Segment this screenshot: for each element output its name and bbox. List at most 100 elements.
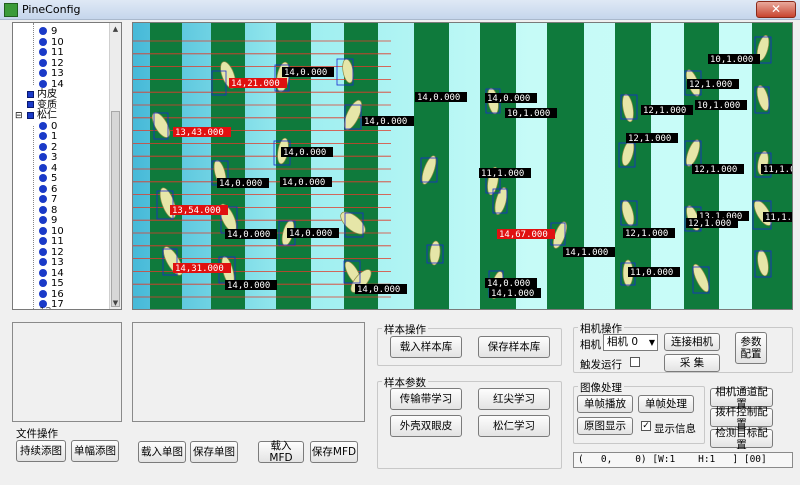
- tree-item-label: 15: [51, 278, 64, 289]
- item-dot-icon: [39, 205, 47, 214]
- item-dot-icon: [39, 247, 47, 256]
- shell-learn-button[interactable]: 外壳双眼皮: [390, 415, 462, 437]
- load-sample-lib-button[interactable]: 载入样本库: [390, 336, 462, 358]
- sample-ops-title: 样本操作: [382, 322, 428, 337]
- tree-item-label: 9: [51, 26, 58, 37]
- connect-camera-button[interactable]: 连接相机: [664, 333, 720, 351]
- category-square-icon: [27, 101, 34, 108]
- tip-learn-button[interactable]: 红尖学习: [478, 388, 550, 410]
- load-mfd-button[interactable]: 载入MFD: [258, 440, 304, 464]
- camera-channel-config-button[interactable]: 相机通道配置: [710, 386, 773, 410]
- preview-panel-center: [132, 322, 365, 422]
- detection-label: 10,1.000: [697, 101, 740, 111]
- item-dot-icon: [39, 258, 47, 266]
- single-play-button[interactable]: 单帧播放: [577, 395, 633, 413]
- detection-label: 10,1.000: [710, 55, 753, 65]
- detection-label: 12,1.000: [694, 165, 737, 175]
- kernel-learn-button[interactable]: 松仁学习: [478, 415, 550, 437]
- item-dot-icon: [39, 37, 47, 46]
- detection-label: 12,1.000: [643, 106, 686, 116]
- scroll-down-icon[interactable]: ▼: [110, 298, 121, 308]
- belt-stripe: [480, 23, 516, 309]
- detection-label: 14,0.000: [282, 178, 325, 188]
- item-dot-icon: [39, 69, 47, 77]
- detection-label: 14,0.000: [417, 93, 460, 103]
- item-dot-icon: [39, 121, 47, 130]
- red-detection-label: 14,21.000: [231, 79, 280, 89]
- trigger-run-checkbox[interactable]: [630, 357, 640, 367]
- trigger-run-label: 触发运行: [580, 359, 622, 371]
- tree-item-label: 变质: [37, 99, 57, 111]
- detection-label: 12,1.000: [688, 219, 731, 229]
- detection-label: 14,0.000: [289, 229, 332, 239]
- single-add-button[interactable]: 单幅添图: [71, 440, 119, 462]
- detection-label: 10,1.000: [507, 109, 550, 119]
- tree-scrollbar[interactable]: ▲ ▼: [109, 23, 121, 309]
- capture-button[interactable]: 采 集: [664, 354, 720, 372]
- detection-label: 14,0.000: [283, 148, 326, 158]
- belt-learn-button[interactable]: 传输带学习: [390, 388, 462, 410]
- item-dot-icon: [39, 237, 47, 245]
- item-dot-icon: [39, 268, 47, 277]
- item-dot-icon: [39, 195, 47, 203]
- scrollbar-thumb[interactable]: [111, 111, 120, 307]
- single-process-button[interactable]: 单帧处理: [638, 395, 694, 413]
- original-show-button[interactable]: 原图显示: [577, 417, 633, 435]
- tree-item-label: 8: [51, 204, 58, 216]
- item-dot-icon: [39, 174, 47, 182]
- save-mfd-button[interactable]: 保存MFD: [310, 441, 358, 463]
- item-dot-icon: [39, 163, 47, 172]
- save-sample-lib-button[interactable]: 保存样本库: [478, 336, 550, 358]
- camera-select[interactable]: 相机 0 ▼: [603, 334, 658, 351]
- tree-item-label: 14: [51, 267, 64, 279]
- item-dot-icon: [39, 279, 47, 287]
- tree-list-item[interactable]: 12: [39, 306, 52, 309]
- load-single-button[interactable]: 载入单图: [138, 441, 186, 463]
- detection-label: 14,0.000: [364, 117, 407, 127]
- tree-item-label: 16: [51, 288, 64, 300]
- item-dot-icon: [39, 226, 47, 235]
- tree-item-label: 13: [51, 68, 64, 79]
- tree-item-label: 9: [51, 215, 58, 226]
- kicker-control-config-button[interactable]: 拨杆控制配置: [710, 406, 773, 430]
- app-logo-icon: [4, 3, 18, 17]
- tree-item-label: 10: [51, 36, 64, 48]
- item-dot-icon: [39, 142, 47, 151]
- collapse-icon[interactable]: ⊟: [15, 111, 23, 122]
- save-single-button[interactable]: 保存单图: [190, 441, 238, 463]
- title-bar: PineConfig ✕: [0, 0, 800, 20]
- detect-target-config-button[interactable]: 检测目标配置: [710, 427, 773, 451]
- detection-label: 14,0.000: [227, 230, 270, 240]
- continuous-add-button[interactable]: 持续添图: [16, 440, 66, 462]
- tree-item-label: 7: [51, 194, 58, 205]
- red-detection-label: 13,43.000: [175, 128, 224, 138]
- close-button[interactable]: ✕: [756, 1, 796, 18]
- camera-label: 相机: [580, 339, 601, 351]
- camera-image: 14,0.000 14,0.000 14,0.000 14,0.000 14,0.000…: [133, 23, 793, 309]
- detection-label: 14,0.000: [284, 68, 327, 78]
- param-config-label-1: 参数: [740, 336, 762, 348]
- tree-item-label: 11: [51, 47, 64, 58]
- tree-item-label: 17: [51, 299, 64, 310]
- tree-item-label: 3: [51, 152, 58, 163]
- category-tree[interactable]: 9 10 11 12 13 14 内皮 变质 ⊟ 松仁 0 1 2 3 4 5 6 7 8 9 10 11 12 13 14 15…: [12, 22, 122, 310]
- tree-item-label: 松仁: [37, 110, 57, 121]
- scroll-up-icon[interactable]: ▲: [110, 24, 121, 34]
- tree-item-label: 内皮: [37, 89, 57, 100]
- tree-item-label: 5: [51, 173, 58, 184]
- show-info-checkbox[interactable]: ✓: [641, 421, 651, 431]
- item-dot-icon: [39, 184, 47, 193]
- category-square-icon: [27, 90, 34, 98]
- red-detection-label: 13,54.000: [172, 206, 221, 216]
- param-config-button[interactable]: 参数 配置: [735, 332, 767, 364]
- detection-label: 12,1.000: [625, 229, 668, 239]
- detection-label: 14,0.000: [219, 179, 262, 189]
- detection-label: 12,1.000: [628, 134, 671, 144]
- tree-connector: [33, 23, 34, 85]
- window-title: PineConfig: [22, 3, 81, 16]
- image-view[interactable]: 14,0.000 14,0.000 14,0.000 14,0.000 14,0.000…: [132, 22, 793, 310]
- tree-item-label: 11: [51, 236, 64, 247]
- tree-item-label: 2: [51, 141, 58, 153]
- detection-label: 11,1.000: [765, 213, 793, 223]
- belt-stripe: [615, 23, 651, 309]
